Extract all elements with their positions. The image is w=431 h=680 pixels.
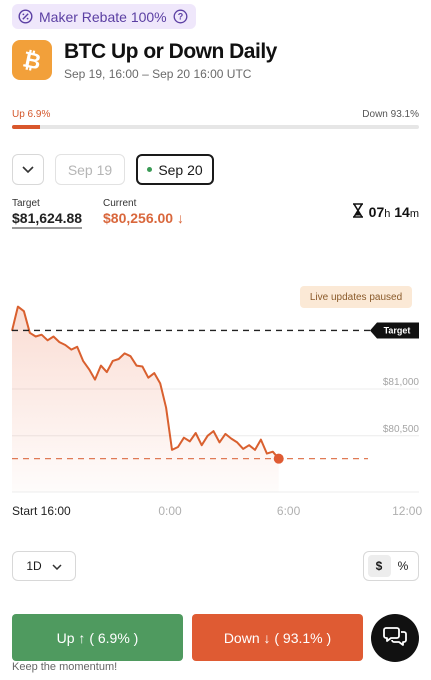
date-tab-prev[interactable]: Sep 19: [55, 154, 125, 185]
target-tag-label: Target: [384, 325, 411, 335]
current-price-marker: [273, 453, 284, 464]
live-dot: [147, 167, 153, 172]
bitcoin-icon: ₿: [12, 40, 52, 80]
help-circle-icon[interactable]: ?: [173, 9, 188, 24]
unit-percent-option[interactable]: %: [392, 555, 415, 577]
probability-bar-fill: [12, 125, 41, 129]
probability-bar: [12, 125, 419, 129]
time-range-value: 1D: [26, 559, 42, 573]
market-title: BTC Up or Down Daily: [64, 40, 277, 63]
timer-hours-unit: h: [384, 208, 391, 220]
price-area: [12, 306, 279, 492]
footer-message: Keep the momentum!: [12, 661, 118, 673]
target-tag: Target: [370, 322, 419, 339]
unit-dollar-option[interactable]: $: [367, 555, 391, 577]
countdown-timer: 07h 14m: [352, 203, 419, 221]
x-tick-label: Start 16:00: [12, 504, 71, 518]
x-tick-label: 12:00: [392, 504, 422, 518]
chat-bubbles-icon: [383, 625, 407, 652]
timer-minutes: 14: [394, 204, 410, 220]
buy-down-button[interactable]: Down ↓ ( 93.1% ): [192, 614, 363, 661]
date-tab-current-label: Sep 20: [158, 161, 203, 178]
y-tick-label: $81,000: [383, 377, 420, 388]
hourglass-icon: [352, 203, 364, 221]
chat-button[interactable]: [371, 614, 419, 662]
current-label: Current: [103, 198, 137, 209]
down-probability-label: Down 93.1%: [362, 109, 419, 120]
price-chart: Target $81,000 $80,500 Start 16:00 0:00 6:0…: [11, 305, 422, 518]
x-tick-label: 6:00: [277, 504, 301, 518]
rebate-icon: [18, 9, 33, 24]
unit-toggle: $ %: [363, 551, 419, 581]
chevron-down-icon: [52, 559, 62, 573]
target-price: $81,624.88: [12, 210, 83, 229]
current-price: $80,256.00 ↓: [103, 210, 184, 226]
badge-label: Maker Rebate 100%: [39, 8, 167, 25]
y-tick-label: $80,500: [383, 424, 420, 435]
date-tab-current[interactable]: Sep 20: [136, 154, 214, 185]
svg-text:₿: ₿: [21, 47, 44, 73]
timer-hours: 07: [368, 204, 385, 220]
timer-minutes-unit: m: [409, 208, 419, 220]
time-range-select[interactable]: 1D: [12, 551, 76, 581]
date-dropdown-button[interactable]: [12, 154, 44, 185]
target-label: Target: [12, 198, 40, 209]
x-tick-label: 0:00: [158, 504, 182, 518]
market-subtitle: Sep 19, 16:00 – Sep 20 16:00 UTC: [64, 67, 252, 81]
up-probability-label: Up 6.9%: [12, 109, 51, 120]
svg-text:?: ?: [177, 12, 183, 22]
chevron-down-icon: [22, 161, 34, 179]
buy-up-button[interactable]: Up ↑ ( 6.9% ): [12, 614, 183, 661]
maker-rebate-badge[interactable]: Maker Rebate 100% ?: [12, 4, 196, 29]
